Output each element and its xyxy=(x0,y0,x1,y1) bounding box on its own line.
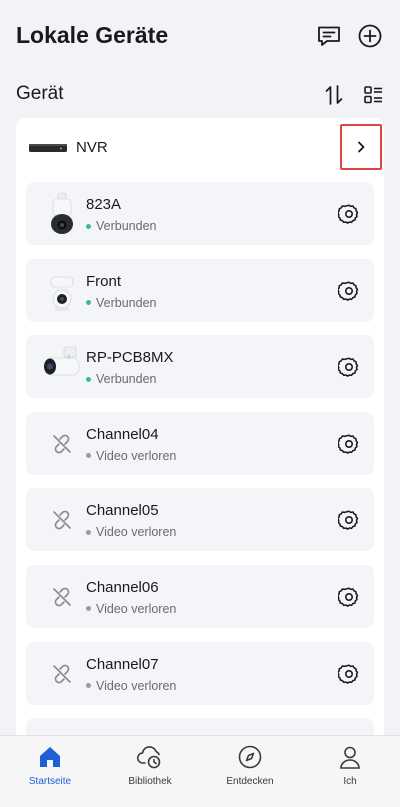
camera-status-text: Verbunden xyxy=(96,219,157,233)
nvr-device-icon xyxy=(29,144,67,152)
camera-status: Video verloren xyxy=(86,525,176,539)
camera-card[interactable]: Channel04 Video verloren xyxy=(26,411,374,475)
top-header: Lokale Geräte xyxy=(0,0,400,70)
settings-gear-icon[interactable] xyxy=(337,203,360,225)
camera-thumbnail xyxy=(40,192,84,236)
chat-icon[interactable] xyxy=(315,22,343,50)
page-title: Lokale Geräte xyxy=(16,22,169,48)
camera-thumbnail xyxy=(40,269,84,313)
tab-compass[interactable]: Entdecken xyxy=(200,736,300,807)
camera-card[interactable]: Front Verbunden xyxy=(26,258,374,322)
camera-status: Video verloren xyxy=(86,602,176,616)
status-dot xyxy=(86,453,91,459)
settings-gear-icon[interactable] xyxy=(337,280,360,302)
camera-status-text: Video verloren xyxy=(96,678,177,693)
tab-cloud-clock[interactable]: Bibliothek xyxy=(100,736,200,807)
camera-status: Verbunden xyxy=(86,296,156,310)
status-dot xyxy=(86,683,91,689)
camera-name: Channel05 xyxy=(86,502,159,520)
camera-name: Channel07 xyxy=(86,655,159,673)
nvr-row[interactable]: NVR xyxy=(16,118,384,176)
camera-status-text: Verbunden xyxy=(96,295,157,310)
cloud-clock-icon xyxy=(136,743,164,771)
settings-gear-icon[interactable] xyxy=(337,433,360,455)
grid-view-icon[interactable] xyxy=(360,82,386,108)
broken-link-icon xyxy=(40,498,84,542)
status-dot xyxy=(86,300,91,306)
settings-gear-icon[interactable] xyxy=(337,509,360,531)
camera-status-text: Verbunden xyxy=(96,372,157,387)
broken-link-icon xyxy=(40,652,84,696)
camera-name: Channel06 xyxy=(86,578,159,596)
camera-card[interactable]: RP-PCB8MX Verbunden xyxy=(26,335,374,399)
chevron-right-icon xyxy=(358,141,365,153)
tab-label: Bibliothek xyxy=(128,776,172,787)
sort-icon[interactable] xyxy=(321,82,347,108)
settings-gear-icon[interactable] xyxy=(337,586,360,608)
camera-status: Video verloren xyxy=(86,679,176,693)
camera-card[interactable]: 823A Verbunden xyxy=(26,182,374,245)
camera-status-text: Video verloren xyxy=(96,601,177,616)
camera-name: 823A xyxy=(86,196,122,213)
settings-gear-icon[interactable] xyxy=(337,663,360,685)
compass-icon xyxy=(236,743,264,771)
nvr-expand-button[interactable] xyxy=(340,124,382,170)
section-title: Gerät xyxy=(16,83,64,104)
camera-status: Verbunden xyxy=(86,219,156,233)
status-dot xyxy=(86,376,91,382)
camera-name: Front xyxy=(86,272,122,290)
camera-card[interactable]: Channel05 Video verloren xyxy=(26,488,374,552)
tab-label: Entdecken xyxy=(226,776,274,787)
camera-card[interactable]: Channel06 Video verloren xyxy=(26,564,374,628)
status-dot xyxy=(86,529,91,535)
broken-link-icon xyxy=(40,422,84,466)
camera-status: Video verloren xyxy=(86,449,176,463)
camera-status-text: Video verloren xyxy=(96,525,177,540)
home-icon xyxy=(36,743,64,771)
camera-card[interactable]: Channel07 Video verloren xyxy=(26,641,374,705)
person-icon xyxy=(336,743,364,771)
camera-name: RP-PCB8MX xyxy=(86,349,174,367)
status-dot xyxy=(86,223,91,229)
status-dot xyxy=(86,606,91,612)
plus-circle-icon[interactable] xyxy=(356,22,384,50)
nvr-label: NVR xyxy=(76,139,108,156)
camera-name: Channel04 xyxy=(86,425,159,443)
camera-list: 823A Verbunden Front Verbunden RP-PCB8MX Verb… xyxy=(26,182,374,758)
tab-home[interactable]: Startseite xyxy=(0,736,100,807)
device-panel: NVR 823A Verbunden Front Verbunden RP-PCB8MX… xyxy=(16,118,384,758)
camera-status: Verbunden xyxy=(86,372,156,386)
settings-gear-icon[interactable] xyxy=(337,356,360,378)
broken-link-icon xyxy=(40,575,84,619)
tab-label: Startseite xyxy=(28,776,72,787)
camera-thumbnail xyxy=(40,345,84,389)
tab-person[interactable]: Ich xyxy=(300,736,400,807)
tab-label: Ich xyxy=(343,776,357,787)
camera-status-text: Video verloren xyxy=(96,448,177,463)
bottom-tab-bar: Startseite Bibliothek Entdecken Ich xyxy=(0,735,400,807)
